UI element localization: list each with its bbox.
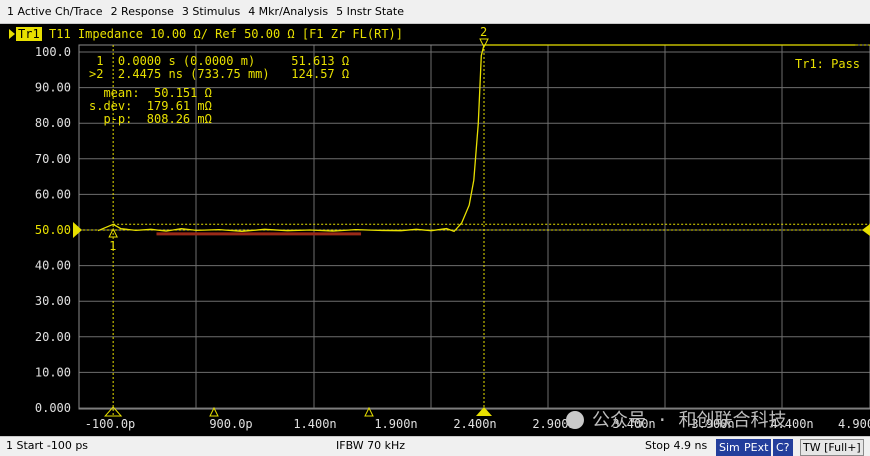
trace-tag: Tr1 xyxy=(18,27,40,41)
y-tick-label: 70.00 xyxy=(35,152,71,166)
y-tick-label: 100.0 xyxy=(35,45,71,59)
x-tick-label: 1.400n xyxy=(293,417,336,431)
y-tick-label: 20.00 xyxy=(35,330,71,344)
menu-active-ch-trace[interactable]: 1 Active Ch/Trace xyxy=(0,5,107,18)
markers: 12 xyxy=(104,25,870,417)
ifbw-value[interactable]: IFBW 70 kHz xyxy=(336,439,405,452)
marker-row-1: 1 0.0000 s (0.0000 m) 51.613 Ω xyxy=(89,54,349,68)
stat-mean: mean: 50.151 Ω xyxy=(89,86,212,100)
menu-bar: 1 Active Ch/Trace 2 Response 3 Stimulus … xyxy=(0,0,870,24)
active-trace-arrow-icon xyxy=(9,29,15,39)
y-tick-label: 60.00 xyxy=(35,187,71,201)
y-tick-label: 0.000 xyxy=(35,401,71,415)
trace-plot: Tr1 T11 Impedance 10.00 Ω/ Ref 50.00 Ω [… xyxy=(9,25,870,431)
menu-mkr-analysis[interactable]: 4 Mkr/Analysis xyxy=(244,5,332,18)
y-tick-label: 40.00 xyxy=(35,259,71,273)
y-axis-labels: 100.0 90.00 80.00 70.00 60.00 50.00 40.00 30.00… xyxy=(35,45,71,415)
x-tick-label: -100.0p xyxy=(85,417,136,431)
marker-label-1: 1 xyxy=(109,239,116,253)
instrument-screen: Tr1 T11 Impedance 10.00 Ω/ Ref 50.00 Ω [… xyxy=(0,24,870,436)
watermark: 公众号 · 和创联合科技 xyxy=(592,410,787,431)
stat-pp: p-p: 808.26 mΩ xyxy=(89,112,212,126)
y-tick-label: 30.00 xyxy=(35,294,71,308)
y-tick-label: 50.00 xyxy=(35,223,71,237)
x-tick-label: 900.0p xyxy=(209,417,252,431)
y-tick-label: 10.00 xyxy=(35,365,71,379)
marker-row-2: >2 2.4475 ns (733.75 mm) 124.57 Ω xyxy=(89,67,349,81)
start-value[interactable]: 1 Start -100 ps xyxy=(6,439,88,452)
marker-label-2: 2 xyxy=(480,25,487,39)
menu-instr-state[interactable]: 5 Instr State xyxy=(332,5,408,18)
wechat-icon xyxy=(566,411,584,429)
y-tick-label: 80.00 xyxy=(35,116,71,130)
reference-level-right-icon[interactable] xyxy=(862,224,870,236)
pext-button[interactable]: PExt xyxy=(741,439,772,456)
trace-header: T11 Impedance 10.00 Ω/ Ref 50.00 Ω [F1 Z… xyxy=(49,27,403,41)
menu-stimulus[interactable]: 3 Stimulus xyxy=(178,5,244,18)
stop-value[interactable]: Stop 4.9 ns xyxy=(645,439,707,452)
trigger-button[interactable]: TW [Full+] xyxy=(800,439,864,456)
limit-status: Tr1: Pass xyxy=(795,57,860,71)
x-tick-label: 1.900n xyxy=(374,417,417,431)
sim-button[interactable]: Sim xyxy=(716,439,743,456)
reference-level-left-icon[interactable] xyxy=(73,222,82,238)
status-bar: 1 Start -100 ps IFBW 70 kHz Stop 4.9 ns … xyxy=(0,436,870,456)
stat-sdev: s.dev: 179.61 mΩ xyxy=(89,99,212,113)
menu-response[interactable]: 2 Response xyxy=(107,5,178,18)
x-tick-label: 2.400n xyxy=(453,417,496,431)
y-tick-label: 90.00 xyxy=(35,81,71,95)
cal-button[interactable]: C? xyxy=(773,439,793,456)
x-tick-label: 4.900 xyxy=(838,417,870,431)
